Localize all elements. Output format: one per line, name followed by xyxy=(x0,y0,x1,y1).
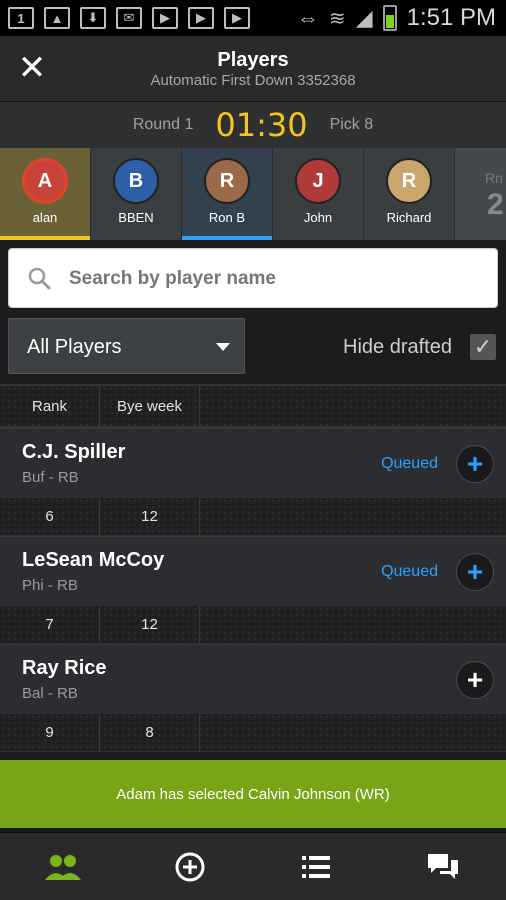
play-store-icon: ▶ xyxy=(152,7,178,29)
avatar: R xyxy=(204,158,250,204)
player-row[interactable]: C.J. Spiller Buf - RB Queued + xyxy=(0,428,506,498)
drafter-bben[interactable]: B BBEN xyxy=(91,148,182,240)
drafter-name: John xyxy=(303,210,333,225)
chat-icon xyxy=(427,853,458,879)
list-icon xyxy=(302,855,331,878)
caret-down-icon xyxy=(216,343,230,351)
drafters-strip[interactable]: A alan B BBEN R Ron B J John R Richard R… xyxy=(0,148,506,240)
player-stats-row: 9 8 xyxy=(0,714,506,752)
player-team-position: Bal - RB xyxy=(22,685,78,702)
column-bye-week[interactable]: Bye week xyxy=(100,386,200,426)
draft-notification-toast: Adam has selected Calvin Johnson (WR) xyxy=(0,760,506,828)
rank-value: 6 xyxy=(0,498,100,535)
add-to-queue-button[interactable]: + xyxy=(456,553,494,591)
hide-drafted-label: Hide drafted xyxy=(343,336,452,358)
players-icon xyxy=(45,854,82,880)
search-icon xyxy=(28,267,51,290)
signal-icon: ◢ xyxy=(355,5,373,30)
app-header: ✕ Players Automatic First Down 3352368 xyxy=(0,36,506,102)
avatar: A xyxy=(22,158,68,204)
app-update-icon: ⬇ xyxy=(80,7,106,29)
search-box[interactable] xyxy=(8,248,498,308)
nav-add[interactable] xyxy=(127,833,254,900)
page-title: Players xyxy=(217,49,289,71)
drafter-richard[interactable]: R Richard xyxy=(364,148,455,240)
plus-icon: + xyxy=(466,664,484,695)
pick-label: Pick 8 xyxy=(329,116,374,133)
mail-icon: ✉ xyxy=(116,7,142,29)
notification-count-icon: 1 xyxy=(8,7,34,29)
player-name: LeSean McCoy xyxy=(22,549,165,571)
player-name: Ray Rice xyxy=(22,657,107,679)
drafter-alan[interactable]: A alan xyxy=(0,148,91,240)
column-headers: Rank Bye week xyxy=(0,384,506,428)
nav-chat[interactable] xyxy=(380,833,506,900)
avatar: J xyxy=(295,158,341,204)
search-input[interactable] xyxy=(69,261,479,297)
avatar: B xyxy=(113,158,159,204)
clock: 1:51 PM xyxy=(406,4,496,31)
rank-value: 7 xyxy=(0,606,100,643)
league-subtitle: Automatic First Down 3352368 xyxy=(150,72,356,89)
nav-players[interactable] xyxy=(0,833,127,900)
drafter-name: alan xyxy=(32,210,58,225)
drafter-ron-b[interactable]: R Ron B xyxy=(182,148,273,240)
add-to-queue-button[interactable]: + xyxy=(456,445,494,483)
filter-selected-value: All Players xyxy=(27,336,122,358)
next-round-label: Rn xyxy=(485,170,503,186)
add-to-queue-button[interactable]: + xyxy=(456,661,494,699)
drafter-john[interactable]: J John xyxy=(273,148,364,240)
play-store-icon-3: ▶ xyxy=(224,7,250,29)
player-team-position: Buf - RB xyxy=(22,469,79,486)
play-store-icon-2: ▶ xyxy=(188,7,214,29)
add-icon xyxy=(175,852,205,881)
drafter-name: Ron B xyxy=(208,210,246,225)
wifi-icon: ≋ xyxy=(328,7,346,30)
round-bar: Round 1 01:30 Pick 8 xyxy=(0,102,506,148)
player-row[interactable]: Ray Rice Bal - RB + xyxy=(0,644,506,714)
rank-value: 9 xyxy=(0,714,100,751)
drafter-name: Richard xyxy=(386,210,432,225)
queued-status: Queued xyxy=(381,563,438,580)
player-team-position: Phi - RB xyxy=(22,577,78,594)
drafter-name: BBEN xyxy=(118,210,154,225)
player-stats-row: 6 12 xyxy=(0,498,506,536)
bottom-nav xyxy=(0,832,506,900)
hide-drafted-checkbox[interactable]: ✓ xyxy=(470,334,496,360)
player-filter-dropdown[interactable]: All Players xyxy=(8,318,245,374)
player-row[interactable]: LeSean McCoy Phi - RB Queued + xyxy=(0,536,506,606)
next-round-number: 2 xyxy=(487,188,504,221)
sync-icon: ⇔ xyxy=(296,5,319,30)
player-name: C.J. Spiller xyxy=(22,441,126,463)
plus-icon: + xyxy=(466,556,484,587)
column-rank[interactable]: Rank xyxy=(0,386,100,426)
plus-icon: + xyxy=(466,448,484,479)
queued-status: Queued xyxy=(381,455,438,472)
player-list: Rank Bye week C.J. Spiller Buf - RB Queu… xyxy=(0,384,506,752)
player-stats-row: 7 12 xyxy=(0,606,506,644)
pick-timer: 01:30 xyxy=(215,106,308,144)
next-round-marker: Rn 2 xyxy=(455,148,506,240)
battery-icon xyxy=(382,5,397,31)
round-label: Round 1 xyxy=(132,116,194,133)
bye-week-value: 8 xyxy=(100,714,200,751)
avatar: R xyxy=(386,158,432,204)
nav-list[interactable] xyxy=(253,833,380,900)
bye-week-value: 12 xyxy=(100,606,200,643)
notification-icons: 1 ▲ ⬇ ✉ ▶ ▶ ▶ xyxy=(0,7,250,29)
image-icon: ▲ xyxy=(44,7,70,29)
bye-week-value: 12 xyxy=(100,498,200,535)
status-bar: 1 ▲ ⬇ ✉ ▶ ▶ ▶ ⇔ ≋ ◢ 1:51 PM xyxy=(0,0,506,36)
checkmark-icon: ✓ xyxy=(473,334,493,359)
